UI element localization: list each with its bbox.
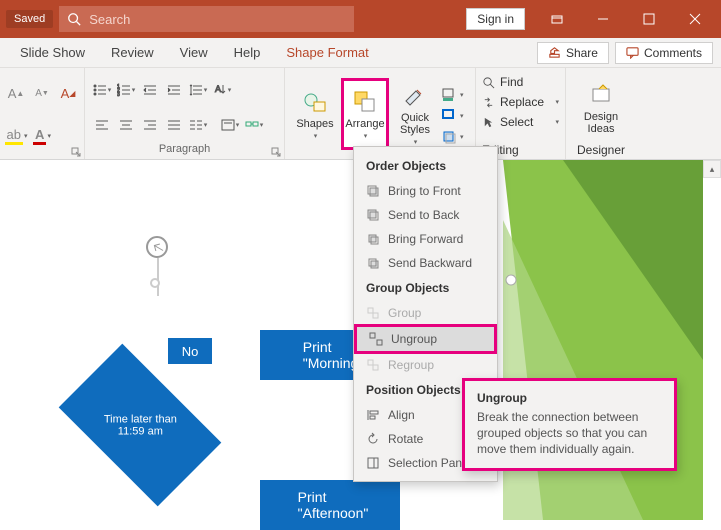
autosave-status: Saved — [6, 10, 53, 28]
search-placeholder: Search — [89, 12, 130, 27]
bring-to-front-icon — [366, 184, 380, 198]
tooltip-title: Ungroup — [477, 391, 662, 405]
minimize-button[interactable] — [583, 5, 623, 33]
regroup-item: Regroup — [354, 353, 497, 377]
text-direction-button[interactable]: A▾ — [211, 80, 233, 100]
group-icon — [366, 306, 380, 320]
maximize-button[interactable] — [629, 5, 669, 33]
replace-button[interactable]: Replace▾ — [482, 92, 559, 112]
order-objects-header: Order Objects — [354, 153, 497, 179]
shapes-icon — [302, 89, 328, 115]
designer-group: Design Ideas Designer — [566, 68, 636, 159]
font-color-button[interactable]: A▾ — [32, 126, 52, 146]
align-icon — [366, 408, 380, 422]
numbering-button[interactable]: 123▾ — [115, 80, 137, 100]
shape-effects-button[interactable]: ▾ — [441, 128, 469, 146]
tab-shape-format[interactable]: Shape Format — [274, 39, 380, 66]
shape-fill-button[interactable]: ▾ — [441, 86, 469, 104]
send-to-back-item[interactable]: Send to Back — [354, 203, 497, 227]
no-label-shape[interactable]: No — [168, 338, 212, 364]
find-button[interactable]: Find — [482, 72, 559, 92]
share-button[interactable]: Share — [537, 42, 609, 64]
paragraph-group: ▾ 123▾ ▾ A▾ ▾ ▾ ▾ Paragraph — [85, 68, 285, 159]
shape-outline-button[interactable]: ▾ — [441, 107, 469, 125]
justify-button[interactable] — [163, 115, 185, 135]
comments-button[interactable]: Comments — [615, 42, 713, 64]
tab-review[interactable]: Review — [99, 39, 166, 66]
rotate-icon — [366, 432, 380, 446]
bring-to-front-item[interactable]: Bring to Front — [354, 179, 497, 203]
send-backward-icon — [366, 256, 380, 270]
quick-styles-icon — [402, 83, 428, 109]
title-bar: Saved Search Sign in — [0, 0, 721, 38]
arrange-button[interactable]: Arrange▾ — [341, 78, 389, 150]
bring-forward-item[interactable]: Bring Forward — [354, 227, 497, 251]
shapes-button[interactable]: Shapes▾ — [291, 78, 339, 150]
tooltip-body: Break the connection between grouped obj… — [477, 409, 662, 458]
designer-group-label: Designer — [577, 143, 625, 157]
send-to-back-icon — [366, 208, 380, 222]
group-item: Group — [354, 301, 497, 325]
bring-forward-icon — [366, 232, 380, 246]
tab-slide-show[interactable]: Slide Show — [8, 39, 97, 66]
smartart-button[interactable]: ▾ — [243, 115, 265, 135]
ungroup-item[interactable]: Ungroup — [354, 324, 497, 354]
send-backward-item[interactable]: Send Backward — [354, 251, 497, 275]
align-center-button[interactable] — [115, 115, 137, 135]
ribbon-display-options[interactable] — [537, 5, 577, 33]
select-icon — [482, 116, 495, 129]
quick-styles-button[interactable]: Quick Styles▾ — [391, 78, 439, 150]
sign-in-button[interactable]: Sign in — [466, 8, 525, 30]
increase-font-button[interactable]: A▲ — [6, 83, 26, 103]
ribbon-tabs: Slide Show Review View Help Shape Format… — [0, 38, 721, 68]
find-icon — [482, 76, 495, 89]
arrange-icon — [352, 89, 378, 115]
columns-button[interactable]: ▾ — [187, 115, 209, 135]
scroll-up-button[interactable]: ▴ — [703, 160, 721, 178]
paragraph-dialog-launcher[interactable] — [271, 147, 281, 157]
regroup-icon — [366, 358, 380, 372]
share-icon — [548, 46, 561, 59]
ungroup-icon — [369, 332, 383, 346]
paragraph-group-label: Paragraph — [91, 143, 278, 157]
process-afternoon-shape[interactable]: Print "Afternoon" — [260, 480, 400, 530]
replace-icon — [482, 96, 495, 109]
font-dialog-launcher[interactable] — [71, 147, 81, 157]
align-left-button[interactable] — [91, 115, 113, 135]
highlight-button[interactable]: ab▾ — [6, 126, 26, 146]
close-button[interactable] — [675, 5, 715, 33]
ungroup-tooltip: Ungroup Break the connection between gro… — [462, 378, 677, 471]
font-group: A▲ A▼ A◢ ab▾ A▾ — [0, 68, 85, 159]
comment-icon — [626, 46, 639, 59]
design-ideas-button[interactable]: Design Ideas — [571, 72, 631, 143]
search-icon — [67, 12, 81, 26]
select-button[interactable]: Select▾ — [482, 112, 559, 132]
decision-shape[interactable]: Time later than 11:59 am — [59, 344, 222, 507]
bullets-button[interactable]: ▾ — [91, 80, 113, 100]
tab-help[interactable]: Help — [222, 39, 273, 66]
align-text-button[interactable]: ▾ — [219, 115, 241, 135]
tab-view[interactable]: View — [168, 39, 220, 66]
decrease-indent-button[interactable] — [139, 80, 161, 100]
connector-marker — [146, 236, 168, 258]
group-objects-header: Group Objects — [354, 275, 497, 301]
search-box[interactable]: Search — [59, 6, 354, 32]
selection-pane-icon — [366, 456, 380, 470]
connector-dot — [150, 278, 160, 288]
line-spacing-button[interactable]: ▾ — [187, 80, 209, 100]
increase-indent-button[interactable] — [163, 80, 185, 100]
decrease-font-button[interactable]: A▼ — [32, 83, 52, 103]
design-ideas-icon — [589, 83, 613, 107]
svg-text:A: A — [215, 84, 221, 94]
clear-formatting-button[interactable]: A◢ — [58, 83, 78, 103]
svg-text:3: 3 — [117, 92, 120, 97]
align-right-button[interactable] — [139, 115, 161, 135]
